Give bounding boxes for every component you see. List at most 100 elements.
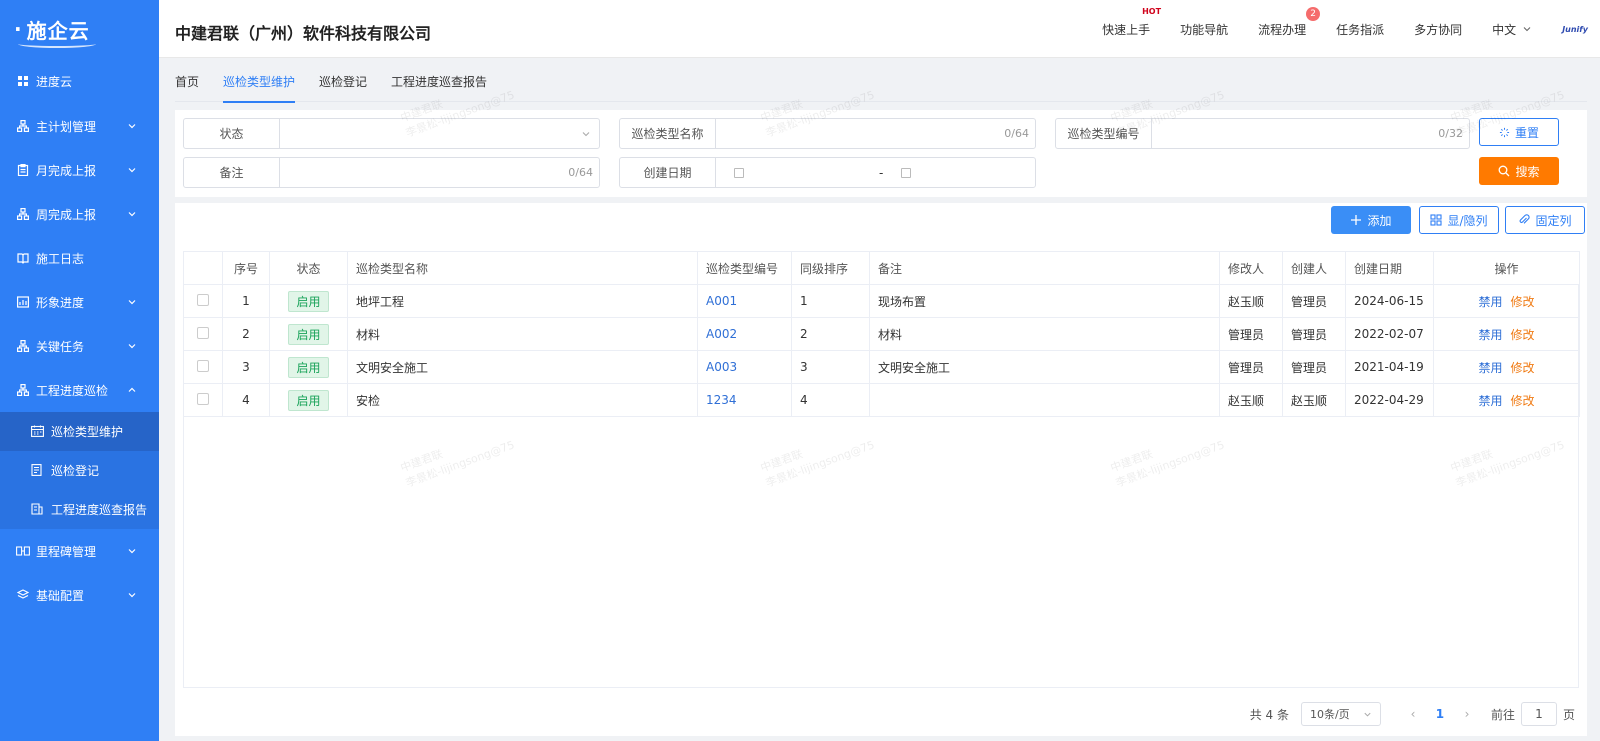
chevron-down-icon — [128, 344, 136, 349]
tab-inspection-report[interactable]: 工程进度巡查报告 — [391, 70, 487, 102]
code-link[interactable]: A001 — [706, 294, 737, 308]
status-select[interactable] — [280, 119, 599, 148]
hierarchy-icon — [16, 339, 30, 353]
sidebar-item-progress-cloud[interactable]: 进度云 — [0, 58, 159, 104]
sidebar-item-label: 月完成上报 — [36, 163, 97, 178]
status-field: 状态 — [183, 118, 600, 149]
name-input[interactable]: 0/64 — [716, 119, 1035, 148]
status-label: 状态 — [184, 119, 280, 148]
sidebar-item-key-tasks[interactable]: 关键任务 — [0, 324, 159, 368]
status-badge: 启用 — [288, 290, 329, 312]
row-checkbox-cell[interactable] — [183, 350, 223, 384]
search-button[interactable]: 搜索 — [1479, 157, 1559, 185]
nav-task-assign[interactable]: 任务指派 — [1336, 21, 1384, 38]
edit-link[interactable]: 修改 — [1511, 295, 1535, 309]
tab-inspection-register[interactable]: 巡检登记 — [319, 70, 367, 102]
show-hide-label: 显/隐列 — [1447, 213, 1488, 228]
table-panel: 添加 显/隐列 固定列 序号 状态 巡检类型名称 巡检类型编号 同级排序 备注 … — [175, 203, 1587, 736]
top-nav: 快速上手 HOT 功能导航 流程办理 2 任务指派 多方协同 中文 Junify — [1102, 0, 1600, 58]
cell-modifier: 赵玉顺 — [1219, 383, 1283, 417]
language-select[interactable]: 中文 — [1492, 21, 1532, 38]
sidebar-subitem-inspection-type[interactable]: 巡检类型维护 — [0, 412, 159, 451]
report-icon — [31, 502, 45, 517]
next-page-button[interactable]: › — [1455, 707, 1479, 721]
sidebar-subitem-inspection-register[interactable]: 巡检登记 — [0, 451, 159, 490]
search-icon — [1499, 165, 1510, 177]
row-checkbox[interactable] — [197, 359, 209, 372]
tab-home[interactable]: 首页 — [175, 70, 199, 102]
fix-columns-button[interactable]: 固定列 — [1505, 206, 1585, 234]
grid-icon — [1430, 214, 1443, 226]
code-link[interactable]: A003 — [706, 360, 737, 374]
cell-no: 2 — [222, 317, 270, 351]
chevron-down-icon — [128, 124, 136, 129]
cell-creator: 管理员 — [1282, 284, 1346, 318]
sidebar-item-label: 周完成上报 — [36, 207, 97, 222]
row-checkbox[interactable] — [197, 392, 209, 405]
sidebar-item-weekly-report[interactable]: 周完成上报 — [0, 192, 159, 236]
edit-link[interactable]: 修改 — [1511, 361, 1535, 375]
clipboard-icon — [16, 163, 30, 177]
disable-link[interactable]: 禁用 — [1478, 295, 1502, 309]
nav-collaboration-label: 多方协同 — [1414, 22, 1463, 37]
col-header-creator: 创建人 — [1282, 251, 1346, 285]
col-header-sort: 同级排序 — [791, 251, 870, 285]
date-range[interactable]: - — [716, 158, 1035, 187]
disable-link[interactable]: 禁用 — [1478, 328, 1502, 342]
row-checkbox[interactable] — [197, 293, 209, 306]
nav-process-handling[interactable]: 流程办理 2 — [1258, 6, 1321, 38]
company-name: 中建君联（广州）软件科技有限公司 — [175, 24, 432, 43]
goto-page-input[interactable]: 1 — [1520, 702, 1557, 726]
sidebar-item-master-plan[interactable]: 主计划管理 — [0, 104, 159, 148]
sidebar-item-progress-inspection[interactable]: 工程进度巡检 — [0, 368, 159, 412]
sidebar-item-construction-log[interactable]: 施工日志 — [0, 236, 159, 280]
chevron-down-icon — [128, 549, 136, 554]
sidebar-item-label: 施工日志 — [36, 251, 85, 266]
nav-collaboration[interactable]: 多方协同 — [1414, 21, 1462, 38]
prev-page-button[interactable]: ‹ — [1401, 707, 1425, 721]
show-hide-columns-button[interactable]: 显/隐列 — [1419, 206, 1499, 234]
code-field: 巡检类型编号 0/32 — [1055, 118, 1470, 149]
cell-code: A002 — [697, 317, 792, 351]
remark-input[interactable]: 0/64 — [280, 158, 599, 187]
code-link[interactable]: A002 — [706, 327, 737, 341]
select-all-cell[interactable] — [183, 251, 223, 285]
add-button[interactable]: 添加 — [1331, 206, 1411, 234]
row-checkbox-cell[interactable] — [183, 284, 223, 318]
cell-modifier: 赵玉顺 — [1219, 284, 1283, 318]
cell-actions: 禁用 修改 — [1433, 383, 1580, 417]
cell-actions: 禁用 修改 — [1433, 350, 1580, 384]
current-page[interactable]: 1 — [1425, 707, 1455, 721]
sidebar-item-monthly-report[interactable]: 月完成上报 — [0, 148, 159, 192]
code-link[interactable]: 1234 — [706, 393, 737, 407]
chevron-up-icon — [128, 387, 136, 392]
sidebar-item-label: 主计划管理 — [36, 119, 97, 134]
tab-inspection-type[interactable]: 巡检类型维护 — [223, 70, 296, 103]
cell-date: 2022-04-29 — [1345, 383, 1434, 417]
cell-no: 3 — [222, 350, 270, 384]
row-checkbox[interactable] — [197, 326, 209, 339]
disable-link[interactable]: 禁用 — [1478, 361, 1502, 375]
code-input[interactable]: 0/32 — [1152, 119, 1469, 148]
cell-sort: 2 — [791, 317, 870, 351]
row-checkbox-cell[interactable] — [183, 383, 223, 417]
sidebar-item-basic-config[interactable]: 基础配置 — [0, 573, 159, 617]
sidebar-item-image-progress[interactable]: 形象进度 — [0, 280, 159, 324]
sidebar-subitem-inspection-report[interactable]: 工程进度巡查报告 — [0, 490, 159, 529]
row-checkbox-cell[interactable] — [183, 317, 223, 351]
page-size-select[interactable]: 10条/页 — [1300, 702, 1381, 726]
sidebar-item-label: 形象进度 — [36, 295, 85, 310]
cell-remark: 材料 — [869, 317, 1220, 351]
reset-button[interactable]: 重置 — [1479, 118, 1559, 146]
disable-link[interactable]: 禁用 — [1478, 394, 1502, 408]
edit-link[interactable]: 修改 — [1511, 328, 1535, 342]
sidebar-item-milestones[interactable]: 里程碑管理 — [0, 529, 159, 573]
edit-link[interactable]: 修改 — [1511, 394, 1535, 408]
nav-quick-start[interactable]: 快速上手 HOT — [1102, 7, 1161, 38]
chevron-down-icon — [1523, 27, 1531, 32]
nav-function-guide[interactable]: 功能导航 — [1180, 21, 1228, 38]
logo[interactable]: · 施企云 — [0, 0, 159, 58]
table-row: 2 启用 材料 A002 2 材料 管理员 管理员 2022-02-07 禁用修… — [183, 317, 1580, 351]
col-header-actions: 操作 — [1433, 251, 1580, 285]
col-header-date: 创建日期 — [1345, 251, 1434, 285]
